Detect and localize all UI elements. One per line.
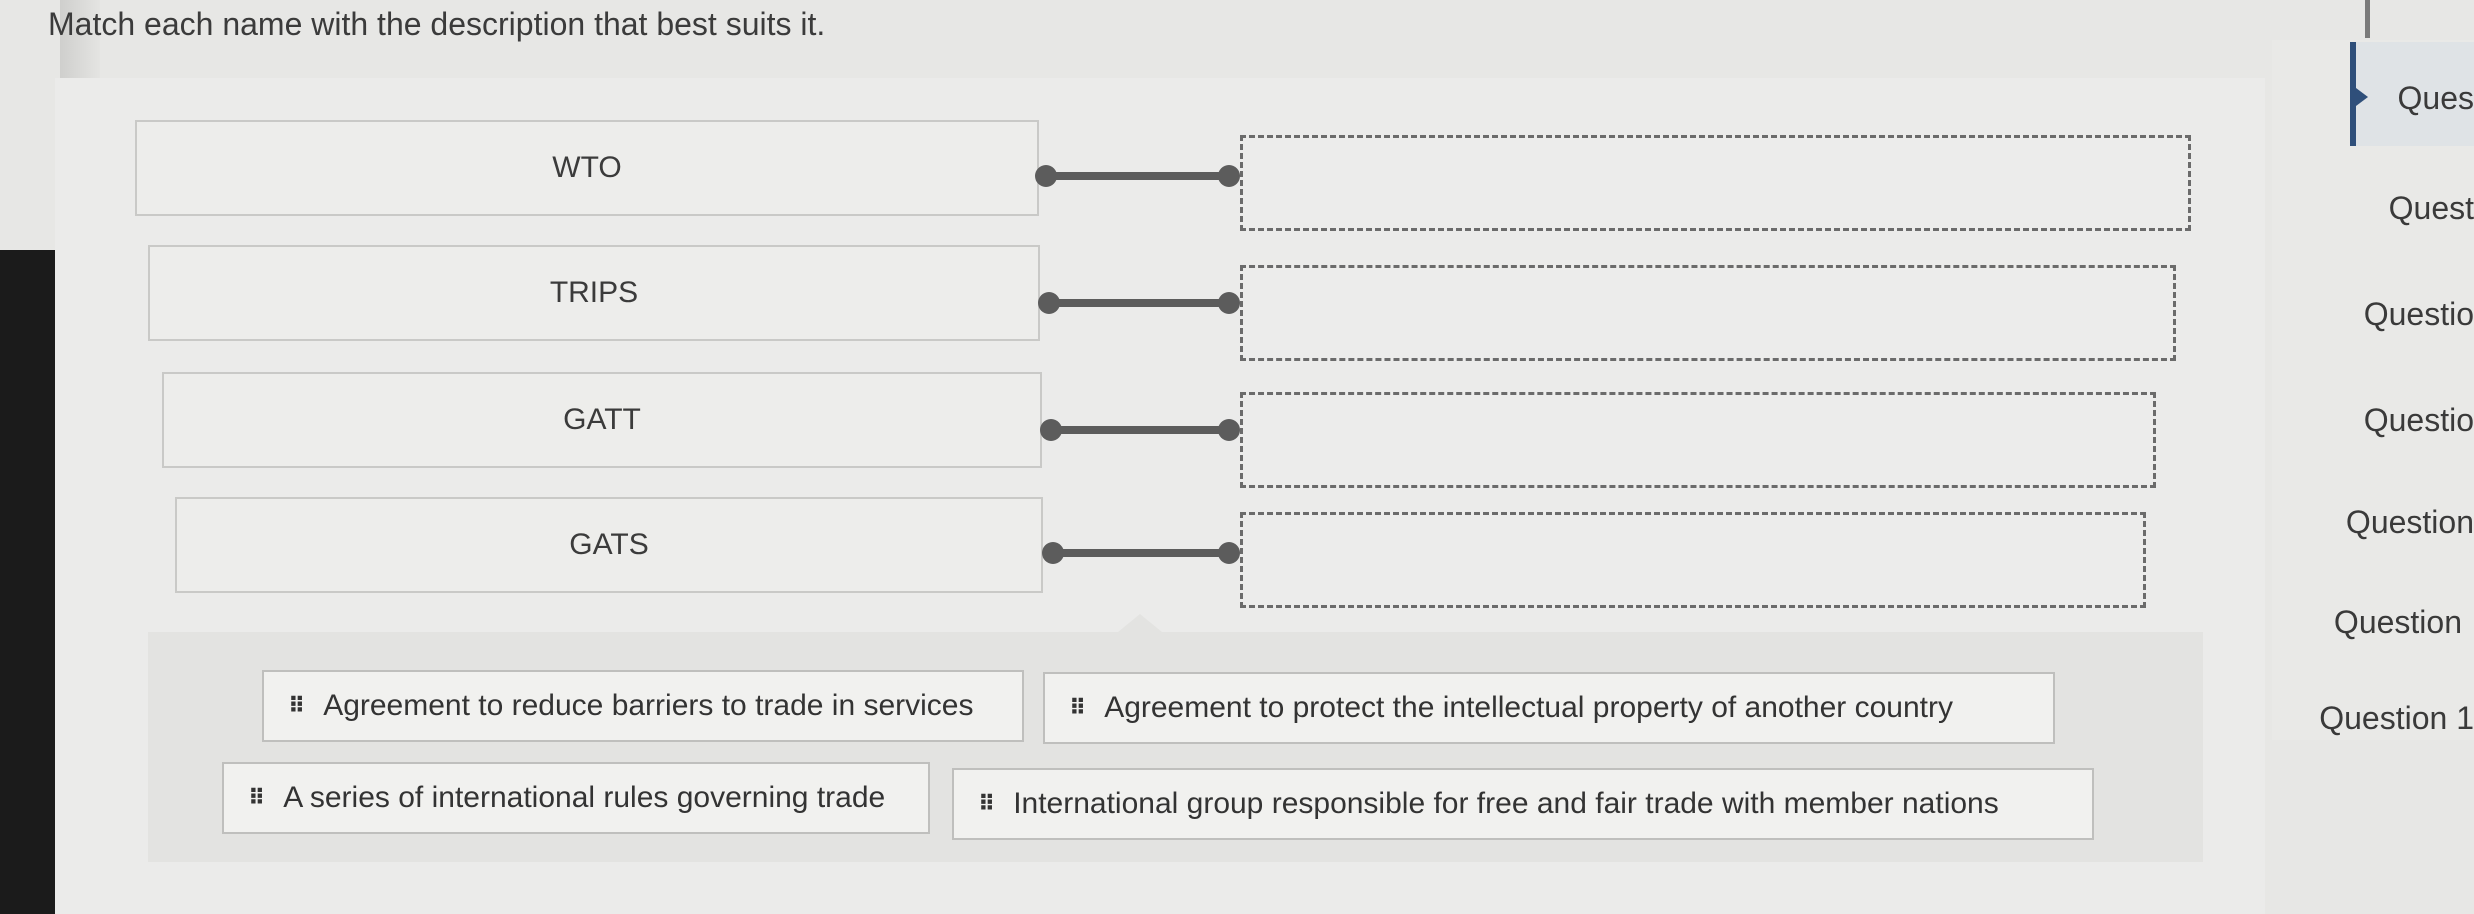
nav-item-question[interactable]: Ques [2398,80,2474,117]
nav-top-tick [2365,0,2370,38]
nav-item-question[interactable]: Question 1 [2319,700,2474,737]
question-instruction: Match each name with the description tha… [48,6,826,42]
nav-item-question[interactable]: Question [2334,604,2462,641]
connector-gatt [1040,419,1240,441]
answer-bank-notch [1118,614,1162,632]
drag-handle-icon: ⠿ [248,785,265,810]
connector-gats [1042,542,1240,564]
drop-target-trips[interactable] [1240,265,2176,361]
name-box-trips: TRIPS [148,245,1040,341]
name-box-wto: WTO [135,120,1039,216]
answer-chip-label: Agreement to reduce barriers to trade in… [323,689,974,722]
name-label: GATS [569,528,649,561]
name-label: GATT [563,403,641,436]
nav-item-question[interactable]: Questio [2364,402,2474,439]
answer-chip-services[interactable]: ⠿ Agreement to reduce barriers to trade … [262,670,1024,742]
current-question-arrow-icon [2356,88,2368,106]
nav-item-question[interactable]: Questio [2364,296,2474,333]
drag-handle-icon: ⠿ [1069,695,1086,720]
drop-target-gatt[interactable] [1240,392,2156,488]
nav-item-question[interactable]: Quest [2389,190,2474,227]
name-label: WTO [552,151,622,184]
drop-target-wto[interactable] [1240,135,2191,231]
answer-chip-intellectual-property[interactable]: ⠿ Agreement to protect the intellectual … [1043,672,2055,744]
answer-chip-international-group[interactable]: ⠿ International group responsible for fr… [952,768,2094,840]
drop-target-gats[interactable] [1240,512,2146,608]
answer-chip-label: International group responsible for free… [1013,787,1999,820]
answer-chip-label: Agreement to protect the intellectual pr… [1104,691,1954,724]
drag-handle-icon: ⠿ [978,791,995,816]
answer-chip-international-rules[interactable]: ⠿ A series of international rules govern… [222,762,930,834]
name-box-gats: GATS [175,497,1043,593]
connector-trips [1038,292,1240,314]
drag-handle-icon: ⠿ [288,693,305,718]
name-box-gatt: GATT [162,372,1042,468]
answer-chip-label: A series of international rules governin… [283,781,886,814]
nav-item-question[interactable]: Question [2346,504,2474,541]
name-label: TRIPS [549,276,639,309]
connector-wto [1035,165,1240,187]
